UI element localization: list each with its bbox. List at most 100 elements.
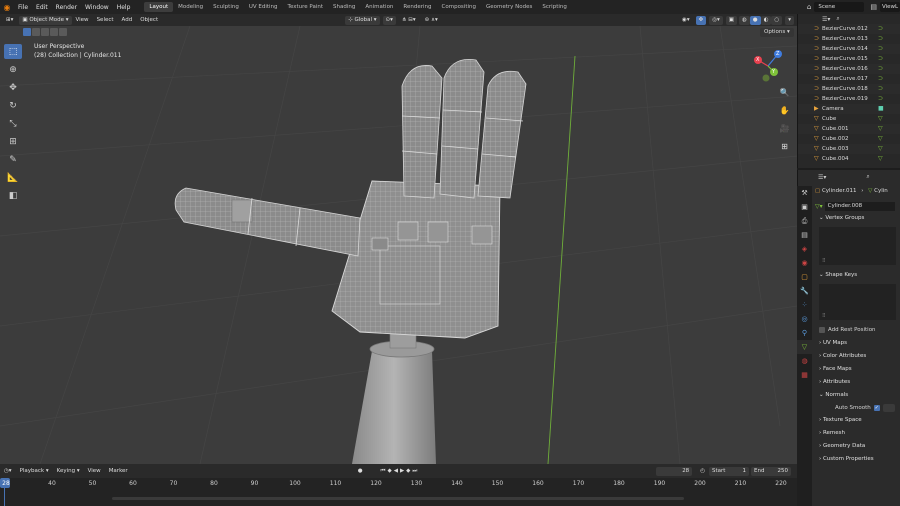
end-frame-field[interactable]: End 250	[751, 466, 791, 476]
select-new-icon[interactable]	[23, 28, 31, 36]
annotate-icon[interactable]: ✎	[4, 152, 22, 167]
menu-select[interactable]: Select	[93, 17, 118, 23]
select-invert-icon[interactable]	[50, 28, 58, 36]
pivot-point-button[interactable]: ⊙▾	[382, 15, 396, 25]
outliner-item[interactable]: ⊃ BezierCurve.018 ⊃	[798, 84, 900, 94]
ortho-grid-icon[interactable]: ⊞	[778, 140, 791, 153]
transform-orientation-selector[interactable]: ⊹ Global ▾	[345, 15, 380, 25]
scale-icon[interactable]: ⤡	[4, 116, 22, 131]
outliner-item[interactable]: ⊃ BezierCurve.013 ⊃	[798, 34, 900, 44]
menu-add[interactable]: Add	[118, 17, 137, 23]
custom-properties-panel-header[interactable]: › Custom Properties	[815, 453, 900, 466]
menu-window[interactable]: Window	[81, 4, 113, 11]
outliner-search-icon[interactable]: ⌕	[836, 15, 839, 23]
curve-data-icon[interactable]: ⊃	[878, 54, 883, 64]
shading-rendered-icon[interactable]: ○	[771, 15, 783, 25]
overlay-toggle-icon[interactable]: ◎▾	[709, 15, 723, 25]
jump-end-icon[interactable]: ⏭	[412, 468, 419, 474]
timeline-playback-menu[interactable]: Playback ▾	[16, 468, 53, 474]
cursor-icon[interactable]: ⊕	[4, 62, 22, 77]
scene-selector[interactable]: Scene	[814, 2, 865, 12]
tab-animation[interactable]: Animation	[360, 2, 398, 12]
timeline-ruler[interactable]: 28 40 50 60 70 80 90 100 110 120 130 140 150 160 170 18…	[0, 478, 797, 506]
scene-tab-icon[interactable]: ◈	[797, 242, 812, 256]
face-maps-panel-header[interactable]: › Face Maps	[815, 363, 900, 376]
curve-data-icon[interactable]: ⊃	[878, 94, 883, 104]
snap-button[interactable]: ⋔ ⊟▾	[399, 16, 419, 25]
outliner-item[interactable]: ▽ Cube.004 ▽	[798, 154, 900, 164]
outliner-item[interactable]: ▽ Cube.001 ▽	[798, 124, 900, 134]
menu-render[interactable]: Render	[52, 4, 81, 11]
normals-panel-header[interactable]: ⌄ Normals	[815, 389, 900, 402]
shape-keys-list[interactable]: ⠿	[819, 284, 896, 320]
measure-icon[interactable]: 📐	[4, 170, 22, 185]
start-frame-field[interactable]: Start 1	[709, 466, 749, 476]
curve-data-icon[interactable]: ⊃	[878, 24, 883, 34]
color-attributes-panel-header[interactable]: › Color Attributes	[815, 350, 900, 363]
remesh-panel-header[interactable]: › Remesh	[815, 427, 900, 440]
tab-geometry-nodes[interactable]: Geometry Nodes	[481, 2, 537, 12]
tab-rendering[interactable]: Rendering	[398, 2, 436, 12]
world-tab-icon[interactable]: ◉	[797, 256, 812, 270]
menu-object[interactable]: Object	[136, 17, 162, 23]
record-keyframe-icon[interactable]: ●	[354, 468, 367, 474]
tab-scripting[interactable]: Scripting	[537, 2, 571, 12]
tab-modeling[interactable]: Modeling	[173, 2, 208, 12]
shading-options-icon[interactable]: ▾	[785, 15, 794, 25]
select-intersect-icon[interactable]	[59, 28, 67, 36]
add-rest-position-checkbox[interactable]	[819, 326, 825, 333]
select-box-icon[interactable]: ⬚	[4, 44, 22, 59]
vertex-groups-resize-icon[interactable]: ⠿	[822, 258, 826, 264]
select-extend-icon[interactable]	[32, 28, 40, 36]
view-layer-selector[interactable]: ViewL	[880, 2, 900, 12]
select-subtract-icon[interactable]	[41, 28, 49, 36]
auto-smooth-row[interactable]: Auto Smooth ✓	[815, 402, 900, 414]
tab-compositing[interactable]: Compositing	[437, 2, 481, 12]
add-rest-position-row[interactable]: Add Rest Position	[815, 324, 900, 335]
proportional-edit-button[interactable]: ⊚ ∧▾	[422, 16, 441, 25]
scene-icon[interactable]: ⌂	[807, 3, 811, 11]
visibility-icon[interactable]: ◉▾	[679, 16, 693, 25]
mesh-data-icon[interactable]: ▽	[878, 144, 883, 154]
zoom-icon[interactable]: 🔍	[778, 86, 791, 99]
mesh-name-field[interactable]: Cylinder.008	[824, 201, 895, 211]
options-button[interactable]: Options ▾	[760, 28, 794, 37]
timeline-marker-menu[interactable]: Marker	[105, 468, 132, 474]
blender-logo-icon[interactable]: ◉	[0, 3, 14, 12]
outliner-item[interactable]: ▽ Cube.003 ▽	[798, 144, 900, 154]
3d-viewport[interactable]: User Perspective (28) Collection | Cylin…	[0, 26, 797, 464]
view-layer-tab-icon[interactable]: ▤	[797, 228, 812, 242]
tab-shading[interactable]: Shading	[328, 2, 360, 12]
attributes-panel-header[interactable]: › Attributes	[815, 376, 900, 389]
view-layer-icon[interactable]: ▤	[870, 3, 877, 11]
shading-wireframe-icon[interactable]: ◍	[738, 15, 750, 25]
mesh-data-selector[interactable]: ▽▾ Cylinder.008	[815, 200, 900, 212]
mesh-data-icon[interactable]: ▽	[878, 154, 883, 164]
curve-data-icon[interactable]: ⊃	[878, 64, 883, 74]
tab-layout[interactable]: Layout	[144, 2, 174, 12]
output-tab-icon[interactable]: ⎙	[797, 214, 812, 228]
xray-toggle-icon[interactable]: ▣	[725, 15, 737, 25]
menu-edit[interactable]: Edit	[32, 4, 52, 11]
gizmo-toggle-icon[interactable]: ✥	[695, 15, 707, 25]
mode-selector[interactable]: ▣ Object Mode ▾	[19, 15, 72, 25]
texture-tab-icon[interactable]: ▦	[797, 368, 812, 382]
outliner-item[interactable]: ▽ Cube.002 ▽	[798, 134, 900, 144]
properties-search-icon[interactable]: ⌕	[866, 173, 869, 181]
mesh-data-icon[interactable]: ▽	[878, 124, 883, 134]
vertex-groups-panel-header[interactable]: ⌄ Vertex Groups	[815, 212, 900, 225]
timeline-scrollbar[interactable]	[112, 497, 684, 500]
timeline-keying-menu[interactable]: Keying ▾	[53, 468, 84, 474]
curve-data-icon[interactable]: ⊃	[878, 44, 883, 54]
outliner-filter-icon[interactable]: ☰▾	[822, 16, 830, 23]
mesh-data-icon[interactable]: ▽	[878, 114, 883, 124]
curve-data-icon[interactable]: ⊃	[878, 34, 883, 44]
outliner-item[interactable]: ▶ Camera ■	[798, 104, 900, 114]
outliner-item[interactable]: ⊃ BezierCurve.016 ⊃	[798, 64, 900, 74]
tool-tab-icon[interactable]: ⚒	[797, 186, 812, 200]
geometry-data-panel-header[interactable]: › Geometry Data	[815, 440, 900, 453]
tab-texture-paint[interactable]: Texture Paint	[283, 2, 329, 12]
outliner-item[interactable]: ⊃ BezierCurve.014 ⊃	[798, 44, 900, 54]
auto-smooth-angle-field[interactable]	[882, 404, 895, 412]
curve-data-icon[interactable]: ⊃	[878, 84, 883, 94]
